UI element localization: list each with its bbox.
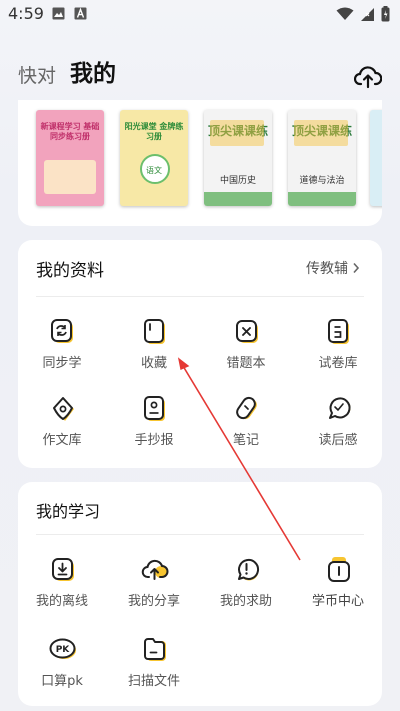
book-shelf: 新课程学习 基础同步练习册 阳光课堂 金牌练习册 语文 顶尖课课练 中国历史 顶…: [18, 100, 382, 226]
grid-item-fenxiang[interactable]: 我的分享: [114, 556, 194, 616]
materials-card: 我的资料 传教辅 同步学 收藏 错题本 试卷库 作文库 手抄报 笔记 读后感: [18, 240, 382, 468]
book-title: 阳光课堂 金牌练习册: [124, 122, 184, 141]
book-subject: 中国历史: [219, 176, 256, 186]
header-tabs: 快对 我的: [18, 58, 116, 90]
chuan-jiaofu-link[interactable]: 传教辅: [306, 258, 360, 278]
exam-icon: [328, 319, 349, 344]
image-notification-icon: [52, 7, 65, 20]
book-subject: 道德与法治: [299, 176, 345, 186]
note-icon: [236, 396, 257, 420]
pk-icon: PK: [49, 638, 76, 659]
divider: [36, 534, 364, 535]
grid-item-label: 收藏: [140, 356, 167, 371]
scan-file-icon: [144, 638, 166, 661]
poster-icon: [144, 396, 165, 421]
grid-item-label: 手抄报: [134, 433, 174, 448]
reading-icon: [329, 397, 351, 419]
grid-item-shoucang[interactable]: 收藏: [114, 318, 194, 378]
grid-item-label: 口算pk: [41, 674, 83, 689]
cellular-signal-icon: [361, 7, 374, 21]
grid-item-cuotiben[interactable]: 错题本: [206, 318, 286, 378]
grid-item-xuebi[interactable]: 学币中心: [298, 556, 378, 616]
grid-item-zuowenku[interactable]: 作文库: [22, 395, 102, 455]
book-cover[interactable]: 阳光课堂 金牌练习册 语文: [120, 110, 188, 206]
grid-item-label: 学币中心: [311, 594, 364, 609]
divider: [36, 296, 364, 297]
tab-kuaidui[interactable]: 快对: [18, 62, 56, 90]
tab-wode[interactable]: 我的: [70, 58, 116, 90]
grid-item-label: 试卷库: [318, 356, 358, 371]
grid-item-saomiao[interactable]: 扫描文件: [114, 636, 194, 696]
book-subject: 语文: [146, 166, 162, 175]
share-upload-icon: [141, 559, 169, 580]
grid-item-label: 扫描文件: [127, 674, 180, 689]
grid-item-label: 笔记: [232, 433, 259, 448]
book-cover[interactable]: [370, 110, 382, 206]
chevron-right-icon: [353, 262, 360, 274]
grid-item-biji[interactable]: 笔记: [206, 395, 286, 455]
grid-item-label: 同步学: [42, 356, 82, 371]
coin-icon: [328, 557, 350, 582]
status-bar: 4:59: [0, 0, 400, 30]
wifi-icon: [336, 7, 354, 20]
book-title: 新课程学习 基础同步练习册: [40, 122, 100, 141]
grid-item-label: 我的分享: [127, 594, 180, 609]
book-cover[interactable]: 顶尖课课练 道德与法治: [288, 110, 356, 206]
grid-item-lixian[interactable]: 我的离线: [22, 556, 102, 616]
grid-item-tongbuxue[interactable]: 同步学: [22, 318, 102, 378]
grid-item-label: 我的离线: [35, 594, 88, 609]
study-card: 我的学习 我的离线 我的分享 我的求助 学币中心 PK 口算pk 扫描文件: [18, 482, 382, 706]
bookmark-icon: [144, 319, 165, 344]
book-cover[interactable]: 顶尖课课练 中国历史: [204, 110, 272, 206]
grid-item-duhougan[interactable]: 读后感: [298, 395, 378, 455]
grid-item-label: 我的求助: [219, 594, 272, 609]
wrong-book-icon: [236, 320, 258, 343]
font-notification-icon: [74, 7, 87, 20]
grid-item-shijuanku[interactable]: 试卷库: [298, 318, 378, 378]
pk-icon-text: PK: [56, 645, 71, 655]
pen-nib-icon: [53, 397, 74, 421]
grid-item-label: 错题本: [226, 356, 266, 371]
status-time: 4:59: [8, 4, 44, 23]
grid-item-shouchaobao[interactable]: 手抄报: [114, 395, 194, 455]
cloud-upload-icon[interactable]: [354, 64, 382, 90]
book-cover[interactable]: 新课程学习 基础同步练习册: [36, 110, 104, 206]
grid-item-kousuanpk[interactable]: PK 口算pk: [22, 636, 102, 696]
grid-item-qiuzhu[interactable]: 我的求助: [206, 556, 286, 616]
battery-icon: [381, 6, 390, 22]
grid-item-label: 作文库: [42, 433, 82, 448]
materials-title: 我的资料: [36, 261, 104, 281]
help-icon: [238, 558, 260, 581]
sync-icon: [51, 319, 73, 343]
download-icon: [52, 558, 74, 581]
grid-item-label: 读后感: [318, 433, 358, 448]
study-title: 我的学习: [36, 502, 101, 521]
